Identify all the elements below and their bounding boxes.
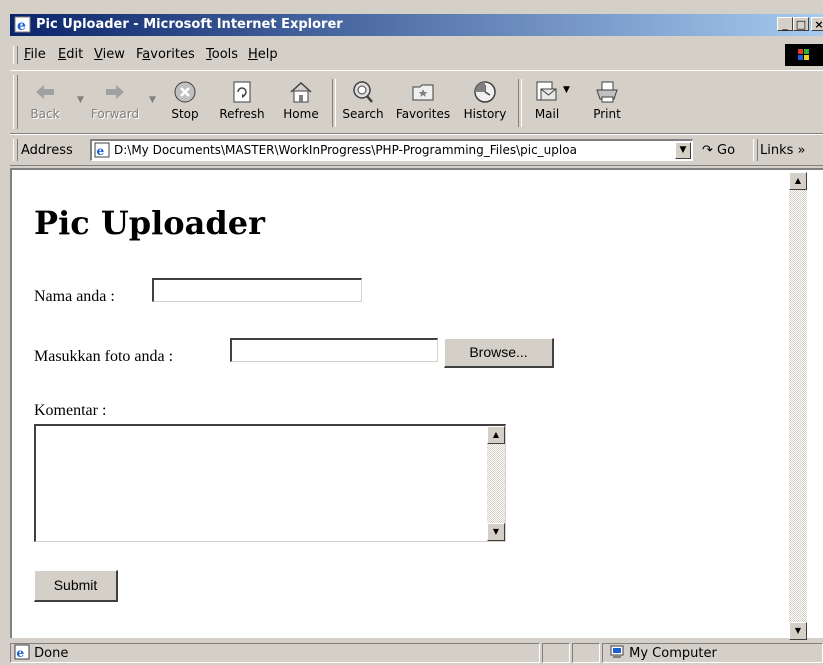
menu-favorites[interactable]: Favorites <box>136 47 195 62</box>
address-label: Address <box>21 143 73 158</box>
refresh-icon <box>233 81 251 103</box>
status-pane <box>542 643 570 663</box>
print-button[interactable]: Print <box>582 75 632 131</box>
status-pane <box>572 643 600 663</box>
stop-button[interactable]: Stop <box>160 75 210 131</box>
search-icon <box>353 81 373 103</box>
history-icon <box>474 81 496 103</box>
menu-view[interactable]: View <box>94 47 125 62</box>
windows-flag-icon <box>785 44 823 66</box>
page-icon: e <box>94 142 110 158</box>
address-input[interactable]: e D:\My Documents\MASTER\WorkInProgress\… <box>90 139 693 161</box>
address-url: D:\My Documents\MASTER\WorkInProgress\PH… <box>114 143 577 157</box>
menu-help[interactable]: Help <box>248 47 278 62</box>
status-text-pane: e Done <box>10 643 540 663</box>
menu-tools[interactable]: Tools <box>206 47 238 62</box>
title-bar: e Pic Uploader - Microsoft Internet Expl… <box>10 14 823 36</box>
back-button[interactable]: Back <box>20 75 70 131</box>
comment-label: Komentar : <box>34 402 107 419</box>
mail-button[interactable]: Mail <box>522 75 572 131</box>
search-button[interactable]: Search <box>338 75 388 131</box>
svg-text:e: e <box>97 144 105 158</box>
stop-icon <box>174 81 196 103</box>
standard-toolbar: Back ▼ Forward ▼ Stop Refresh Home Searc… <box>10 70 823 134</box>
refresh-button[interactable]: Refresh <box>217 75 267 131</box>
photo-file-input[interactable] <box>230 338 438 362</box>
go-button[interactable]: ↷ Go <box>702 143 735 158</box>
page-scroll-down-button[interactable]: ▼ <box>789 622 807 640</box>
browse-button[interactable]: Browse... <box>444 338 554 368</box>
page-heading: Pic Uploader <box>34 204 265 242</box>
forward-button[interactable]: Forward <box>90 75 140 131</box>
textarea-scrollbar[interactable]: ▲ ▼ <box>487 426 505 541</box>
comment-textarea[interactable]: ▲ ▼ <box>34 424 506 542</box>
page-scroll-up-button[interactable]: ▲ <box>789 172 807 190</box>
submit-button[interactable]: Submit <box>34 570 118 602</box>
page-icon: e <box>14 644 30 660</box>
address-grip <box>13 139 18 161</box>
menu-bar: File Edit View Favorites Tools Help <box>10 44 823 66</box>
favorites-button[interactable]: Favorites <box>391 75 455 131</box>
toolbar-grip <box>13 75 18 129</box>
close-button[interactable]: × <box>811 17 823 31</box>
forward-icon <box>106 85 124 99</box>
page-scrollbar[interactable]: ▲ ▼ <box>789 172 807 640</box>
ie-logo-icon: e <box>14 16 31 33</box>
name-input[interactable] <box>152 278 362 302</box>
address-dropdown-button[interactable]: ▼ <box>675 142 691 159</box>
scroll-down-button[interactable]: ▼ <box>487 523 505 541</box>
maximize-button[interactable]: □ <box>793 17 809 31</box>
mail-icon <box>536 81 557 101</box>
home-icon <box>290 81 312 103</box>
zone-text: My Computer <box>629 646 717 661</box>
forward-dropdown[interactable]: ▼ <box>149 95 156 105</box>
content-frame: Pic Uploader Nama anda : Masukkan foto a… <box>10 168 823 640</box>
zone-pane: My Computer <box>602 643 823 663</box>
computer-icon <box>610 645 624 658</box>
status-bar: e Done My Computer <box>10 640 823 665</box>
history-button[interactable]: History <box>460 75 510 131</box>
print-icon <box>596 81 618 103</box>
page-content: Pic Uploader Nama anda : Masukkan foto a… <box>14 172 807 640</box>
links-button[interactable]: Links » <box>760 143 805 158</box>
menu-edit[interactable]: Edit <box>58 47 83 62</box>
status-text: Done <box>34 646 69 661</box>
browser-window: e Pic Uploader - Microsoft Internet Expl… <box>0 0 823 665</box>
svg-text:e: e <box>17 18 26 33</box>
menu-grip <box>13 46 18 64</box>
back-icon <box>36 85 54 99</box>
photo-label: Masukkan foto anda : <box>34 348 174 365</box>
name-label: Nama anda : <box>34 288 115 305</box>
svg-text:e: e <box>17 646 25 660</box>
menu-file[interactable]: File <box>24 47 46 62</box>
address-bar: Address e D:\My Documents\MASTER\WorkInP… <box>10 134 823 166</box>
back-dropdown[interactable]: ▼ <box>77 95 84 105</box>
window-title: Pic Uploader - Microsoft Internet Explor… <box>36 17 343 32</box>
favorites-icon <box>412 84 434 101</box>
home-button[interactable]: Home <box>276 75 326 131</box>
toolbar-separator <box>332 79 336 127</box>
minimize-button[interactable]: _ <box>777 17 793 31</box>
scroll-up-button[interactable]: ▲ <box>487 426 505 444</box>
mail-dropdown[interactable]: ▼ <box>563 85 570 95</box>
go-icon: ↷ <box>702 143 713 158</box>
links-separator <box>753 139 758 161</box>
